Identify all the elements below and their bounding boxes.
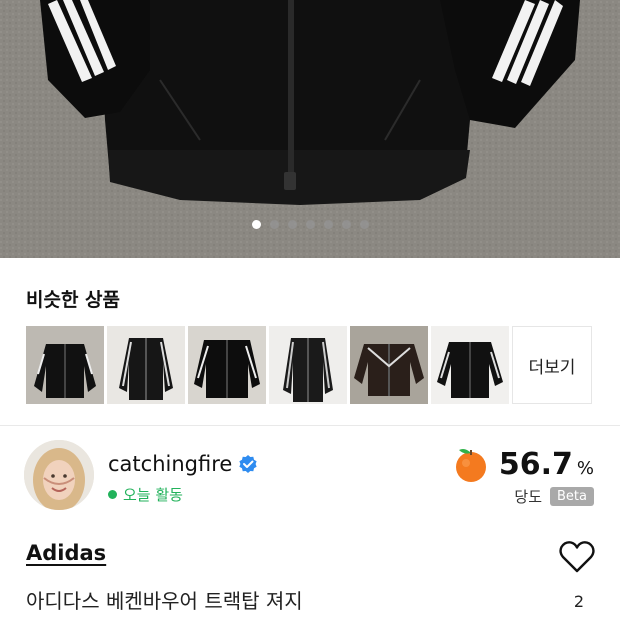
orange-fruit-icon (455, 449, 486, 482)
gallery-dot[interactable] (287, 220, 297, 229)
gallery-dot[interactable] (341, 220, 351, 229)
brand-link[interactable]: Adidas (26, 541, 106, 565)
gallery-dot[interactable] (323, 220, 333, 229)
jacket-thumbnail (269, 326, 347, 404)
gallery-dot[interactable] (251, 220, 261, 229)
similar-item-4[interactable] (269, 326, 347, 404)
seller-name[interactable]: catchingfire (108, 452, 232, 476)
activity-text: 오늘 활동 (123, 486, 183, 504)
seller-activity: 오늘 활동 (108, 484, 183, 505)
jacket-thumbnail (107, 326, 185, 404)
similar-item-3[interactable] (188, 326, 266, 404)
similar-item-6[interactable] (431, 326, 509, 404)
seller-avatar[interactable] (24, 440, 94, 510)
more-similar-button[interactable]: 더보기 (512, 326, 592, 404)
score-label-row: 당도 Beta (514, 486, 594, 507)
online-dot-icon (108, 490, 117, 499)
gallery-pagination (0, 220, 620, 229)
similar-products-list: 더보기 (26, 326, 592, 404)
verified-badge-icon (239, 455, 257, 473)
similar-products-title: 비슷한 상품 (26, 289, 121, 311)
jacket-thumbnail (188, 326, 266, 404)
jacket-thumbnail (350, 326, 428, 404)
score-unit: % (576, 457, 594, 479)
score-label: 당도 (514, 488, 543, 506)
similar-item-5[interactable] (350, 326, 428, 404)
jacket-thumbnail (26, 326, 104, 404)
avatar-image (24, 440, 94, 510)
similar-item-1[interactable] (26, 326, 104, 404)
like-count: 2 (573, 592, 584, 611)
seller-name-row[interactable]: catchingfire (108, 452, 258, 476)
section-divider (0, 425, 620, 426)
similar-item-2[interactable] (107, 326, 185, 404)
gallery-dot[interactable] (359, 220, 369, 229)
product-title: 아디다스 베켄바우어 트랙탑 져지 (26, 589, 303, 613)
sweetness-score: 56.7 % (451, 444, 594, 484)
gallery-dot[interactable] (269, 220, 279, 229)
jacket-thumbnail (431, 326, 509, 404)
product-image-gallery[interactable] (0, 0, 620, 258)
beta-badge: Beta (550, 487, 594, 506)
gallery-dot[interactable] (305, 220, 315, 229)
heart-icon[interactable] (558, 540, 596, 574)
score-value: 56.7 (498, 446, 573, 482)
